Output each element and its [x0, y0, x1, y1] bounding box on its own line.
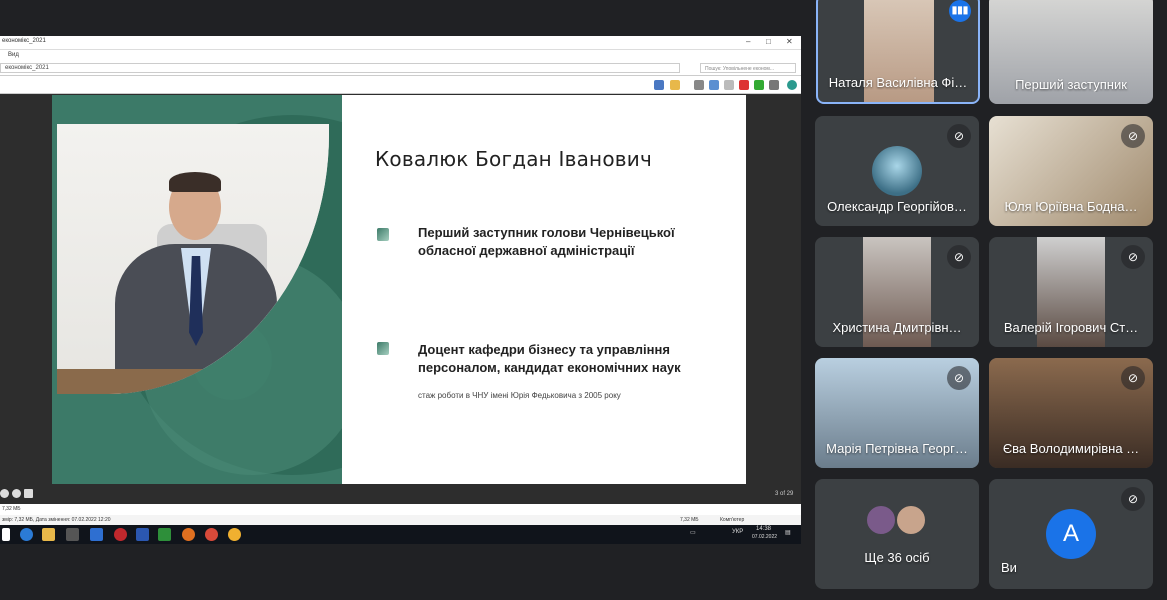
clock-time[interactable]: 14:38: [756, 526, 771, 532]
participant-tile[interactable]: ⊘ Валерій Ігорович Ст…: [989, 237, 1153, 347]
more-participants-label: Ще 36 осіб: [864, 550, 930, 565]
self-tile[interactable]: A ⊘ Ви: [989, 479, 1153, 589]
start-icon[interactable]: [2, 528, 10, 541]
properties-icon[interactable]: [769, 80, 779, 90]
explorer-menu: Вид: [0, 50, 801, 60]
participant-avatar: [895, 504, 927, 536]
participant-name: Єва Володимирівна …: [1002, 441, 1140, 456]
speaker-photo: [57, 124, 329, 394]
paste-icon[interactable]: [724, 80, 734, 90]
viewer-toolbar: [0, 76, 801, 94]
app-icon[interactable]: [66, 528, 79, 541]
chrome-icon[interactable]: [228, 528, 241, 541]
viewer-controls: 3 of 29: [0, 484, 801, 504]
status-bar: 7,32 МБ: [0, 504, 801, 515]
copy-icon[interactable]: [709, 80, 719, 90]
zoom-in-icon[interactable]: [12, 489, 21, 498]
globe-icon[interactable]: [787, 80, 797, 90]
presentation-slide: Ковалюк Богдан Іванович Перший заступник…: [52, 95, 746, 485]
participant-tile[interactable]: ⊘ Юля Юріївна Бодна…: [989, 116, 1153, 226]
close-button[interactable]: ✕: [786, 37, 793, 46]
chrome-icon[interactable]: [205, 528, 218, 541]
page-counter: 3 of 29: [775, 491, 794, 497]
self-avatar: A: [1046, 509, 1096, 559]
participant-tile[interactable]: ⊘ Марія Петрівна Георг…: [815, 358, 979, 468]
window-title: економікс_2021: [2, 38, 46, 44]
mic-off-icon[interactable]: ⊘: [1121, 487, 1145, 511]
participant-name: Марія Петрівна Георг…: [826, 441, 968, 456]
slide-bullet-1: Перший заступник голови Чернівецької обл…: [418, 225, 675, 258]
participant-avatar: [865, 504, 897, 536]
opera-icon[interactable]: [114, 528, 127, 541]
participant-name: Перший заступник: [1015, 77, 1127, 92]
layout-icon[interactable]: [654, 80, 664, 90]
slide-left-panel: [52, 95, 342, 485]
maximize-button[interactable]: □: [766, 37, 771, 46]
mic-off-icon: ⊘: [947, 245, 971, 269]
more-participants-tile[interactable]: Ще 36 осіб: [815, 479, 979, 589]
file-details: змір: 7,32 МБ, Дата змінення: 07.02.2022…: [2, 517, 111, 523]
zoom-out-icon[interactable]: [0, 489, 9, 498]
participant-avatar: [872, 146, 922, 196]
file-size-right: 7,32 МБ: [680, 517, 699, 523]
delete-icon[interactable]: [739, 80, 749, 90]
fit-icon[interactable]: [24, 489, 33, 498]
notifications-icon[interactable]: ▤: [785, 529, 791, 536]
check-icon[interactable]: [754, 80, 764, 90]
shared-screen: економікс_2021 – □ ✕ Вид економікс_2021 …: [0, 36, 801, 544]
spotify-icon[interactable]: [158, 528, 171, 541]
minimize-button[interactable]: –: [746, 37, 750, 46]
word-icon[interactable]: [136, 528, 149, 541]
bullet-icon: [377, 228, 389, 241]
bullet-icon: [377, 342, 389, 355]
participant-tile[interactable]: ⊘ Олександр Георгійов…: [815, 116, 979, 226]
participant-tile[interactable]: ⊘ Єва Володимирівна …: [989, 358, 1153, 468]
participant-name: Наталя Василівна Фі…: [828, 75, 968, 90]
location-label: Комп'ютер: [720, 517, 745, 523]
mail-icon[interactable]: [90, 528, 103, 541]
participant-name: Христина Дмитрівн…: [832, 320, 962, 335]
self-name: Ви: [1001, 560, 1017, 575]
participant-tile[interactable]: Перший заступник: [989, 0, 1153, 104]
explorer-address-bar: економікс_2021 Пошук: Уповільнене економ…: [0, 60, 801, 76]
slide-title: Ковалюк Богдан Іванович: [375, 147, 652, 171]
keyboard-icon[interactable]: ▭: [690, 529, 696, 536]
chrome-icon[interactable]: [182, 528, 195, 541]
address-path[interactable]: економікс_2021: [0, 63, 680, 73]
file-size: 7,32 МБ: [2, 506, 21, 512]
mic-off-icon: ⊘: [1121, 366, 1145, 390]
language-indicator[interactable]: УКР: [732, 529, 743, 535]
search-input[interactable]: Пошук: Уповільнене економ...: [700, 63, 796, 73]
cut-icon[interactable]: [694, 80, 704, 90]
details-bar: змір: 7,32 МБ, Дата змінення: 07.02.2022…: [0, 515, 801, 525]
participant-name: Валерій Ігорович Ст…: [1003, 320, 1139, 335]
participant-tile[interactable]: ▮▮▮ Наталя Василівна Фі…: [816, 0, 980, 104]
slide-bullet-2: Доцент кафедри бізнесу та управління пер…: [418, 342, 681, 375]
mic-off-icon: ⊘: [1121, 124, 1145, 148]
windows-taskbar: ▭ УКР 14:38 07.02.2022 ▤: [0, 525, 801, 544]
participant-name: Олександр Георгійов…: [827, 199, 967, 214]
folder-icon[interactable]: [670, 80, 680, 90]
slide-subnote: стаж роботи в ЧНУ імені Юрія Федьковича …: [418, 391, 621, 400]
participant-tile[interactable]: ⊘ Христина Дмитрівн…: [815, 237, 979, 347]
file-explorer-icon[interactable]: [42, 528, 55, 541]
mic-off-icon: ⊘: [947, 124, 971, 148]
edge-icon[interactable]: [20, 528, 33, 541]
clock-date[interactable]: 07.02.2022: [752, 534, 777, 540]
mic-off-icon: ⊘: [947, 366, 971, 390]
menu-item-view[interactable]: Вид: [8, 52, 19, 58]
mic-off-icon: ⊘: [1121, 245, 1145, 269]
explorer-titlebar: економікс_2021 – □ ✕: [0, 36, 801, 50]
audio-level-icon: ▮▮▮: [949, 0, 971, 22]
participant-name: Юля Юріївна Бодна…: [1004, 199, 1138, 214]
